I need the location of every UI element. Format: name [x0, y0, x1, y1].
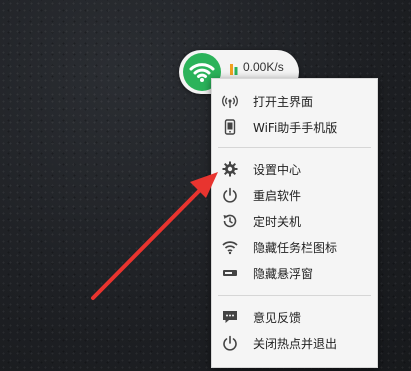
- annotation-arrow: [91, 172, 218, 300]
